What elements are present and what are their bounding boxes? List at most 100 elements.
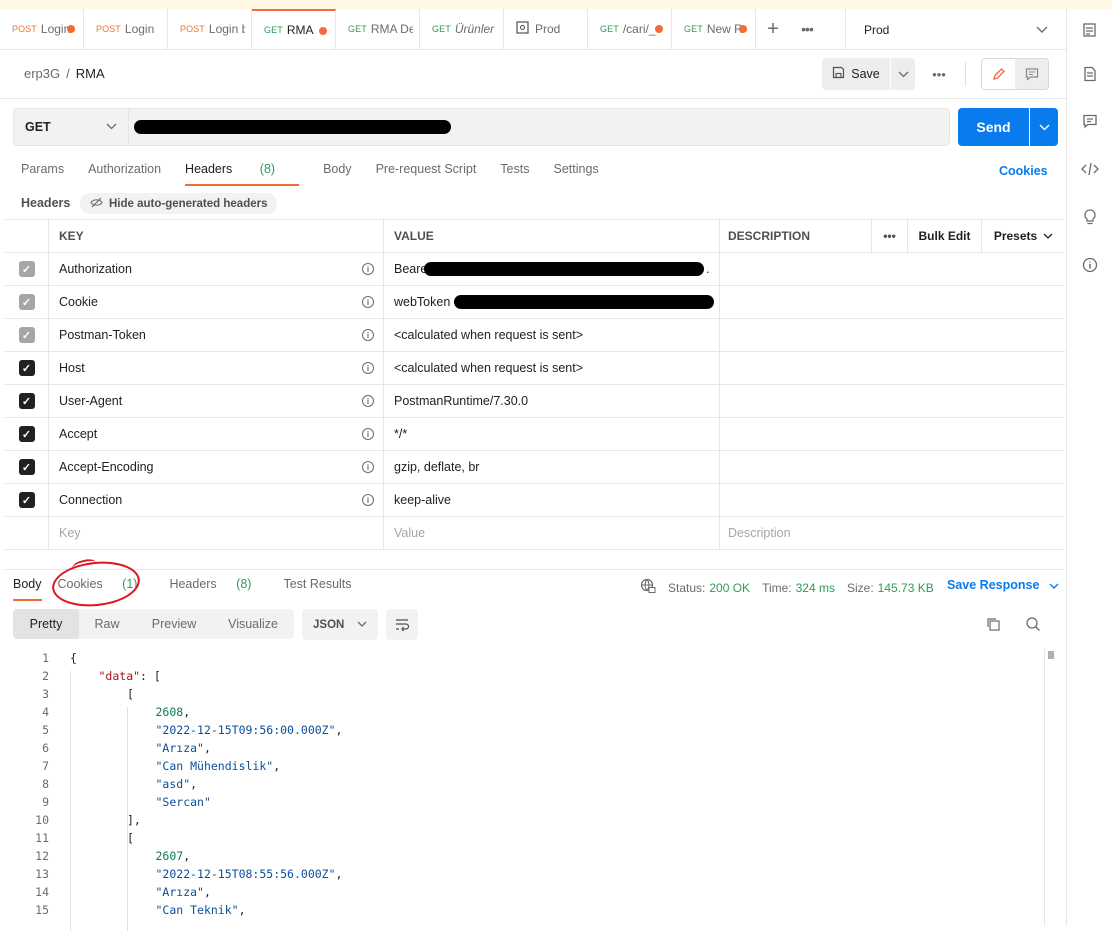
column-options-icon[interactable]: ••• bbox=[872, 220, 908, 252]
tab-settings[interactable]: Settings bbox=[553, 162, 598, 186]
hide-auto-headers-toggle[interactable]: Hide auto-generated headers bbox=[80, 193, 278, 214]
search-icon[interactable] bbox=[1025, 616, 1041, 635]
info-icon[interactable]: i bbox=[362, 296, 374, 308]
request-tab[interactable]: Prod bbox=[504, 9, 588, 49]
line-number: 10 bbox=[35, 813, 49, 827]
new-description-input[interactable]: Description bbox=[720, 517, 1065, 549]
checkbox[interactable]: ✓ bbox=[18, 426, 35, 442]
send-button[interactable]: Send bbox=[958, 108, 1029, 146]
request-tab[interactable]: GET Ürünler bbox=[420, 9, 504, 49]
checkbox[interactable]: ✓ bbox=[18, 492, 35, 508]
lightbulb-icon[interactable] bbox=[1081, 208, 1099, 226]
tab-headers[interactable]: Headers (8) bbox=[185, 162, 300, 186]
code-token: "Can Mühendislik" bbox=[155, 759, 274, 773]
code-line: "Arıza", bbox=[156, 741, 211, 755]
response-tab-body[interactable]: Body bbox=[13, 577, 42, 601]
environment-selector[interactable]: Prod bbox=[845, 9, 1066, 50]
request-tab[interactable]: GET New R bbox=[672, 9, 756, 49]
environment-quicklook-icon[interactable] bbox=[1081, 21, 1099, 39]
tab-authorization[interactable]: Authorization bbox=[88, 162, 161, 186]
size-value[interactable]: 145.73 KB bbox=[878, 581, 934, 595]
info-icon[interactable]: i bbox=[362, 329, 374, 341]
scrollbar-thumb[interactable] bbox=[1048, 651, 1054, 659]
url-input[interactable] bbox=[129, 108, 950, 146]
header-description-cell[interactable] bbox=[720, 253, 1065, 285]
globe-icon[interactable] bbox=[640, 578, 656, 597]
view-preview[interactable]: Preview bbox=[135, 609, 213, 639]
save-options-button[interactable] bbox=[891, 58, 915, 90]
code-scrollbar[interactable] bbox=[1044, 649, 1056, 926]
request-tab[interactable]: GETRMA Det bbox=[336, 9, 420, 49]
documentation-icon[interactable] bbox=[1081, 65, 1099, 83]
tab-params[interactable]: Params bbox=[21, 162, 64, 186]
request-tab[interactable]: GET RMA bbox=[252, 9, 336, 49]
edit-mode-icon[interactable] bbox=[982, 59, 1015, 89]
header-key-cell[interactable]: Host i bbox=[49, 352, 384, 384]
new-tab-icon[interactable]: + bbox=[756, 9, 790, 49]
comments-icon[interactable] bbox=[1081, 112, 1099, 130]
info-icon[interactable]: i bbox=[362, 461, 374, 473]
info-icon[interactable]: i bbox=[362, 395, 374, 407]
save-button[interactable]: Save bbox=[822, 58, 890, 90]
tab-body[interactable]: Body bbox=[323, 162, 352, 186]
info-icon[interactable]: i bbox=[362, 263, 374, 275]
breadcrumb-request[interactable]: RMA bbox=[76, 66, 105, 81]
cookies-link[interactable]: Cookies bbox=[999, 164, 1048, 178]
header-description-cell[interactable] bbox=[720, 418, 1065, 450]
tab-tests[interactable]: Tests bbox=[500, 162, 529, 186]
header-description-cell[interactable] bbox=[720, 319, 1065, 351]
method-select[interactable]: GET bbox=[13, 108, 129, 146]
header-value-cell[interactable]: PostmanRuntime/7.30.0 bbox=[384, 385, 720, 417]
request-tab[interactable]: GET/cari/_ bbox=[588, 9, 672, 49]
new-key-input[interactable]: Key bbox=[49, 517, 384, 549]
header-value-cell[interactable]: keep-alive bbox=[384, 484, 720, 516]
header-key: Accept bbox=[59, 427, 98, 441]
header-description-cell[interactable] bbox=[720, 352, 1065, 384]
header-description-cell[interactable] bbox=[720, 451, 1065, 483]
header-key-cell[interactable]: Accept-Encoding i bbox=[49, 451, 384, 483]
send-options-button[interactable] bbox=[1030, 108, 1058, 146]
code-snippet-icon[interactable] bbox=[1081, 160, 1099, 178]
header-description-cell[interactable] bbox=[720, 484, 1065, 516]
header-description-cell[interactable] bbox=[720, 286, 1065, 318]
presets-dropdown[interactable]: Presets bbox=[982, 220, 1065, 252]
checkbox[interactable]: ✓ bbox=[18, 393, 35, 409]
response-tab-test-results[interactable]: Test Results bbox=[283, 577, 351, 601]
request-tab[interactable]: POST Login b bbox=[168, 9, 252, 49]
word-wrap-icon[interactable] bbox=[386, 609, 418, 640]
more-actions-icon[interactable]: ••• bbox=[926, 58, 952, 90]
header-description-cell[interactable] bbox=[720, 385, 1065, 417]
header-key-cell[interactable]: Accept i bbox=[49, 418, 384, 450]
breadcrumb-separator: / bbox=[66, 66, 70, 81]
more-tabs-icon[interactable]: ••• bbox=[790, 9, 824, 49]
time-value[interactable]: 324 ms bbox=[796, 581, 835, 595]
checkbox[interactable]: ✓ bbox=[18, 459, 35, 475]
view-raw[interactable]: Raw bbox=[79, 609, 135, 639]
tab-prerequest-script[interactable]: Pre-request Script bbox=[376, 162, 477, 186]
header-value-cell[interactable]: gzip, deflate, br bbox=[384, 451, 720, 483]
request-tab[interactable]: POST Login bbox=[84, 9, 168, 49]
bulk-edit-button[interactable]: Bulk Edit bbox=[908, 220, 982, 252]
status-value[interactable]: 200 OK bbox=[709, 581, 750, 595]
save-response-dropdown[interactable]: Save Response bbox=[947, 578, 1059, 592]
checkbox[interactable]: ✓ bbox=[18, 360, 35, 376]
response-tab-headers[interactable]: Headers (8) bbox=[169, 577, 267, 601]
copy-icon[interactable] bbox=[985, 616, 1001, 635]
info-icon[interactable]: i bbox=[362, 362, 374, 374]
header-key-cell[interactable]: Connection i bbox=[49, 484, 384, 516]
format-select[interactable]: JSON bbox=[302, 609, 378, 640]
header-value-cell[interactable]: <calculated when request is sent> bbox=[384, 352, 720, 384]
code-token: , bbox=[238, 903, 246, 917]
divider bbox=[0, 98, 1066, 99]
header-key-cell[interactable]: User-Agent i bbox=[49, 385, 384, 417]
header-value-cell[interactable]: */* bbox=[384, 418, 720, 450]
view-pretty[interactable]: Pretty bbox=[13, 609, 79, 639]
request-tab[interactable]: POST Login bbox=[0, 9, 84, 49]
new-value-input[interactable]: Value bbox=[384, 517, 720, 549]
info-icon[interactable]: i bbox=[362, 494, 374, 506]
info-icon[interactable] bbox=[1081, 256, 1099, 274]
breadcrumb-workspace[interactable]: erp3G bbox=[24, 66, 60, 81]
info-icon[interactable]: i bbox=[362, 428, 374, 440]
comment-mode-icon[interactable] bbox=[1015, 59, 1048, 89]
view-visualize[interactable]: Visualize bbox=[213, 609, 293, 639]
